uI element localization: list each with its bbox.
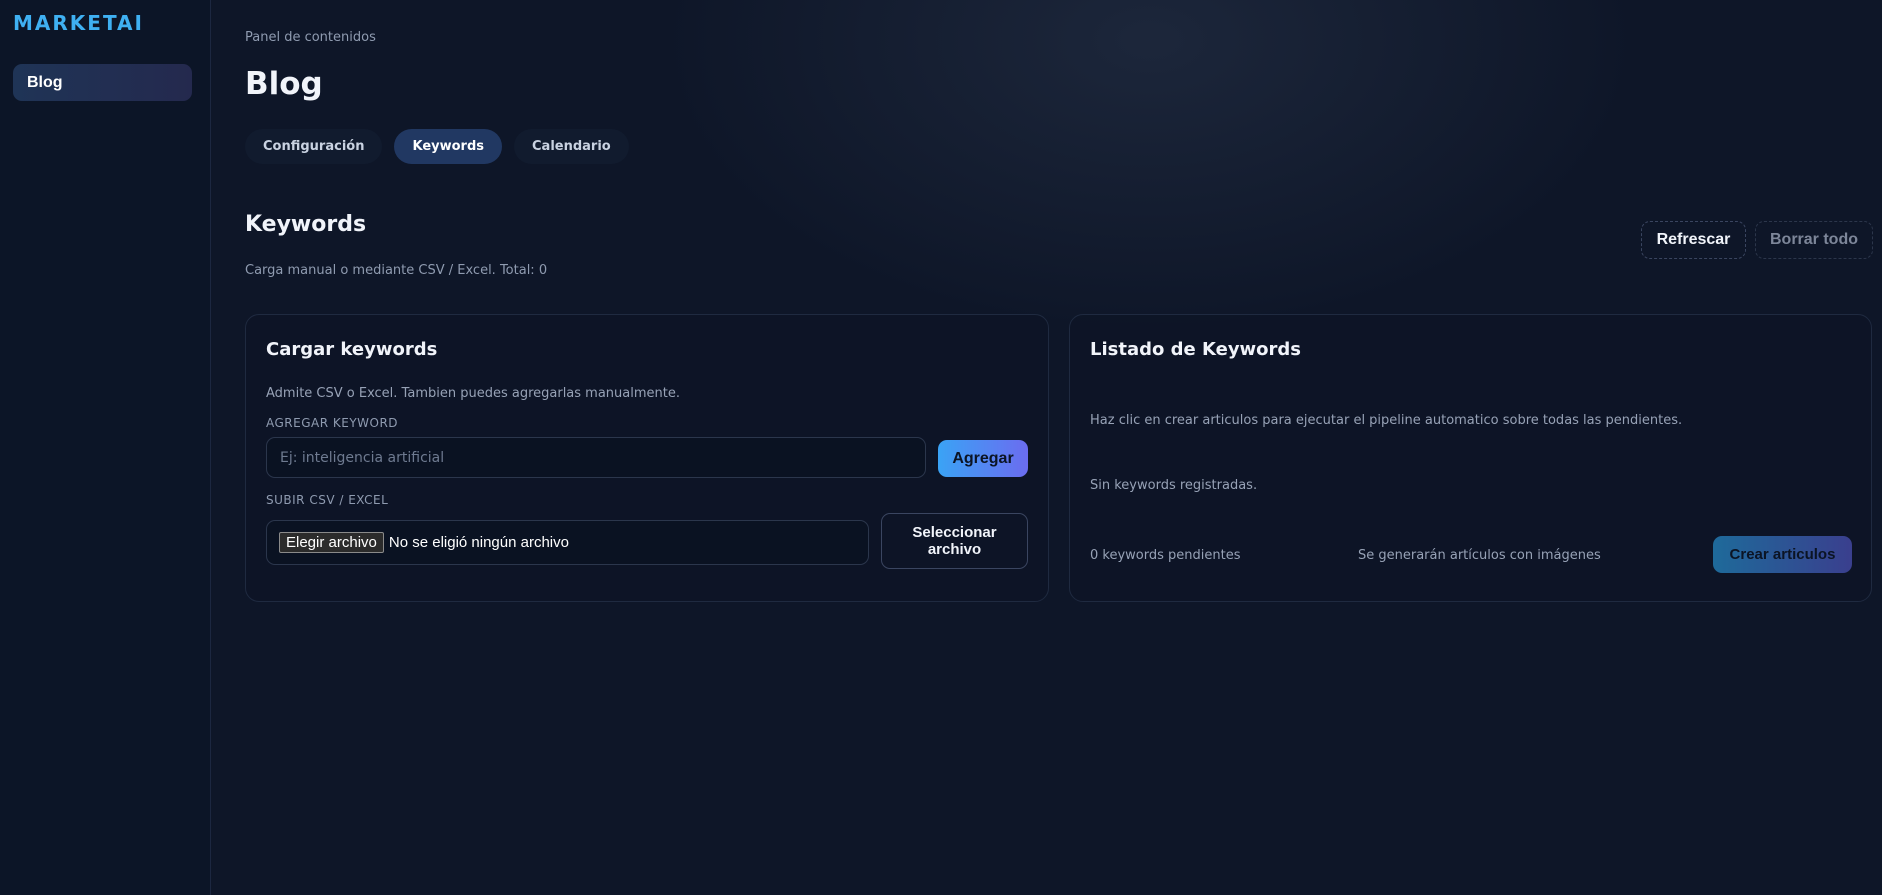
file-status: No se eligió ningún archivo: [388, 534, 569, 551]
choose-file-button[interactable]: Elegir archivo: [279, 532, 384, 553]
upload-keywords-card: Cargar keywords Admite CSV o Excel. Tamb…: [245, 314, 1049, 602]
upload-card-description: Admite CSV o Excel. Tambien puedes agreg…: [266, 386, 680, 401]
tab-configuracion[interactable]: Configuración: [245, 129, 383, 164]
upload-card-title: Cargar keywords: [266, 339, 438, 360]
sidebar-item-label: Blog: [27, 73, 63, 91]
create-articles-button[interactable]: Crear articulos: [1713, 536, 1852, 573]
list-card-title: Listado de Keywords: [1090, 339, 1302, 360]
add-keyword-button[interactable]: Agregar: [938, 440, 1028, 477]
keyword-input[interactable]: [266, 437, 926, 478]
clear-all-button[interactable]: Borrar todo: [1755, 221, 1873, 259]
app-root: MARKETAI Blog Panel de contenidos Blog C…: [0, 0, 1882, 895]
add-keyword-label: AGREGAR KEYWORD: [266, 416, 399, 430]
section-subtitle: Carga manual o mediante CSV / Excel. Tot…: [245, 263, 548, 278]
select-file-button[interactable]: Seleccionar archivo: [881, 513, 1028, 569]
tab-calendario[interactable]: Calendario: [514, 129, 629, 164]
tab-bar: Configuración Keywords Calendario: [245, 129, 629, 164]
sidebar-item-blog[interactable]: Blog: [13, 64, 192, 101]
keyword-list-card: Listado de Keywords Haz clic en crear ar…: [1069, 314, 1872, 602]
pipeline-hint: Haz clic en crear articulos para ejecuta…: [1090, 413, 1683, 428]
tab-keywords[interactable]: Keywords: [394, 129, 503, 164]
file-input[interactable]: Elegir archivo No se eligió ningún archi…: [266, 520, 869, 565]
upload-file-label: SUBIR CSV / EXCEL: [266, 493, 389, 507]
images-note: Se generarán artículos con imágenes: [1358, 548, 1601, 563]
section-title: Keywords: [245, 212, 367, 237]
page-title: Blog: [245, 66, 323, 102]
breadcrumb: Panel de contenidos: [245, 30, 376, 45]
brand-logo: MARKETAI: [13, 11, 144, 35]
pending-count: 0 keywords pendientes: [1090, 548, 1241, 563]
empty-state: Sin keywords registradas.: [1090, 478, 1258, 493]
refresh-button[interactable]: Refrescar: [1641, 221, 1746, 259]
sidebar: MARKETAI Blog: [0, 0, 211, 895]
